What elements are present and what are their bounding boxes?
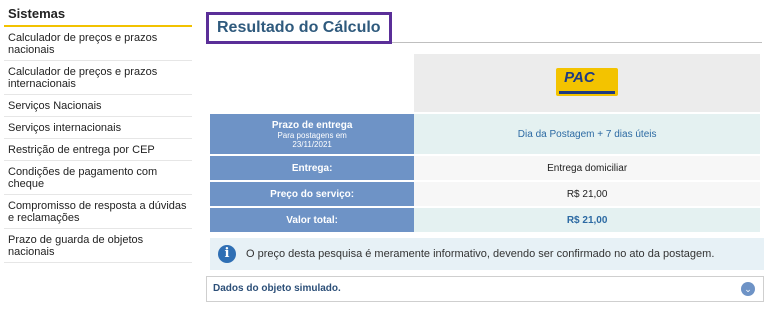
table-row-prazo: Prazo de entrega Para postagens em 23/11…: [210, 114, 760, 154]
result-table: PAC Prazo de entrega Para postagens em 2…: [210, 52, 760, 234]
chevron-down-icon[interactable]: ⌄: [741, 282, 755, 296]
logo-row: PAC: [210, 54, 760, 112]
simulated-object-accordion[interactable]: Dados do objeto simulado. ⌄: [206, 276, 764, 302]
preco-label: Preço do serviço:: [210, 182, 415, 206]
main-content: Resultado do Cálculo PAC Prazo de entreg…: [206, 12, 762, 232]
pac-logo-text: PAC: [564, 68, 595, 86]
sidebar-item-compromisso-resposta[interactable]: Compromisso de resposta a dúvidas e recl…: [4, 195, 192, 229]
logo-spacer: [210, 54, 415, 112]
entrega-value: Entrega domiciliar: [414, 156, 760, 180]
sidebar: Sistemas Calculador de preços e prazos n…: [4, 6, 192, 263]
sidebar-item-servicos-internacionais[interactable]: Serviços internacionais: [4, 117, 192, 139]
info-icon: i: [218, 245, 236, 263]
table-row-total: Valor total: R$ 21,00: [210, 208, 760, 232]
sidebar-item-calc-nacional[interactable]: Calculador de preços e prazos nacionais: [4, 27, 192, 61]
page-title: Resultado do Cálculo: [206, 12, 392, 44]
preco-value: R$ 21,00: [414, 182, 760, 206]
accordion-label: Dados do objeto simulado.: [213, 283, 341, 294]
sidebar-item-calc-internacional[interactable]: Calculador de preços e prazos internacio…: [4, 61, 192, 95]
sidebar-item-restricao-cep[interactable]: Restrição de entrega por CEP: [4, 139, 192, 161]
prazo-label: Prazo de entrega: [271, 119, 353, 131]
table-row-entrega: Entrega: Entrega domiciliar: [210, 156, 760, 180]
info-text: O preço desta pesquisa é meramente infor…: [246, 248, 715, 260]
prazo-date: 23/11/2021: [292, 139, 332, 149]
table-row-preco: Preço do serviço: R$ 21,00: [210, 182, 760, 206]
info-notice: i O preço desta pesquisa é meramente inf…: [210, 238, 764, 270]
sidebar-item-servicos-nacionais[interactable]: Serviços Nacionais: [4, 95, 192, 117]
sidebar-item-prazo-guarda[interactable]: Prazo de guarda de objetos nacionais: [4, 229, 192, 263]
prazo-sub-label: Para postagens em: [277, 130, 347, 140]
pac-logo: PAC: [556, 67, 619, 96]
pac-logo-stripe: [559, 90, 616, 94]
result-header: Resultado do Cálculo: [206, 12, 762, 44]
prazo-label-cell: Prazo de entrega Para postagens em 23/11…: [210, 114, 415, 154]
sidebar-title: Sistemas: [4, 6, 192, 27]
total-label: Valor total:: [210, 208, 415, 232]
prazo-value: Dia da Postagem + 7 dias úteis: [414, 114, 760, 154]
sidebar-item-pagamento-cheque[interactable]: Condições de pagamento com cheque: [4, 161, 192, 195]
total-value: R$ 21,00: [414, 208, 760, 232]
service-logo-cell: PAC: [414, 54, 760, 112]
entrega-label: Entrega:: [210, 156, 415, 180]
